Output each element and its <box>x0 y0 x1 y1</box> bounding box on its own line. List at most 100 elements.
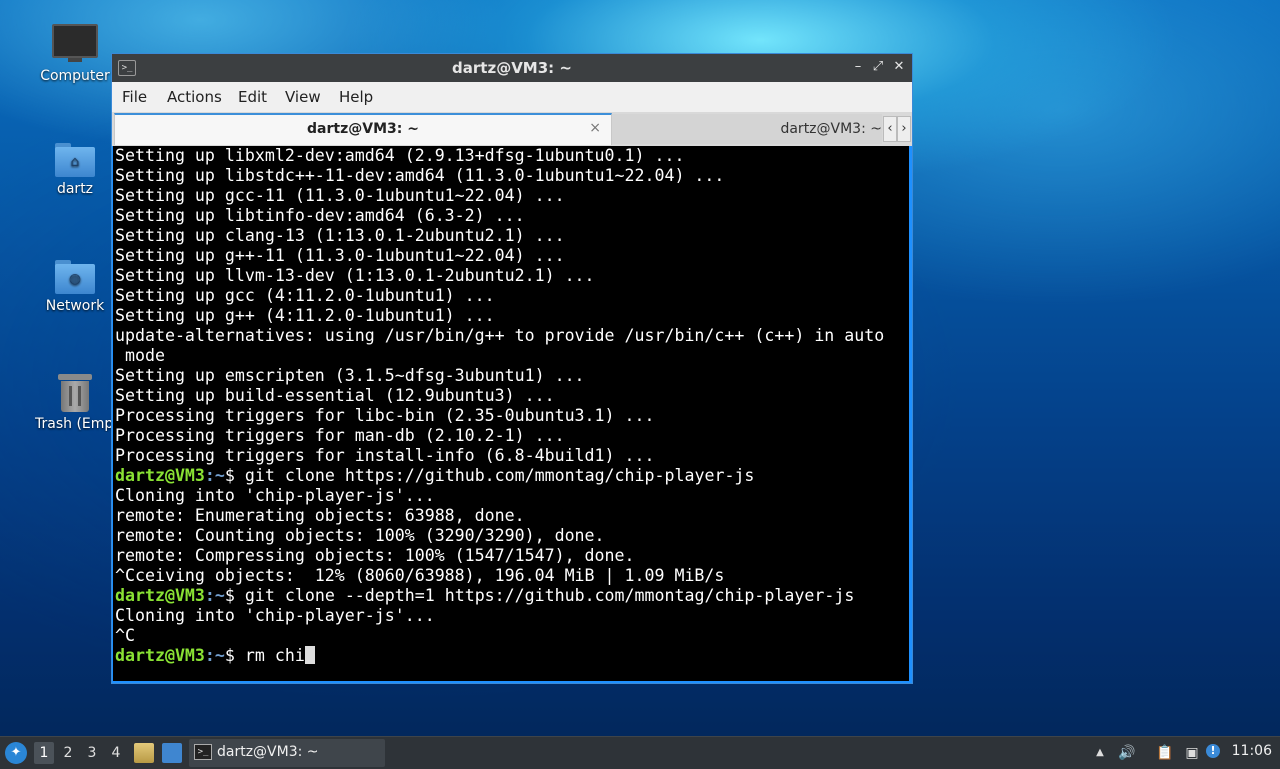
terminal-line: Setting up llvm-13-dev (1:13.0.1-2ubuntu… <box>115 266 595 286</box>
terminal-line: Setting up g++-11 (11.3.0-1ubuntu1~22.04… <box>115 246 565 266</box>
network-folder-icon: ◍ <box>55 260 95 294</box>
terminal-output[interactable]: Setting up libxml2-dev:amd64 (2.9.13+dfs… <box>113 146 909 681</box>
tab-close-icon[interactable]: × <box>589 120 601 136</box>
file-manager-launcher-icon[interactable] <box>134 743 154 763</box>
desktop-icon-label: Trash (Empty) <box>35 416 115 432</box>
prompt-colon: : <box>204 466 215 485</box>
prompt-colon: : <box>204 646 215 665</box>
line-text: ^C <box>115 626 135 645</box>
menu-edit[interactable]: Edit <box>238 88 267 106</box>
line-text: Setting up libtinfo-dev:amd64 (6.3-2) ..… <box>115 206 525 225</box>
line-text: Cloning into 'chip-player-js'... <box>115 606 435 625</box>
line-text: mode <box>115 346 165 365</box>
line-text: Setting up libxml2-dev:amd64 (2.9.13+dfs… <box>115 146 685 165</box>
terminal-line: remote: Counting objects: 100% (3290/329… <box>115 526 605 546</box>
window-title: dartz@VM3: ~ <box>452 59 572 77</box>
terminal-line: remote: Enumerating objects: 63988, done… <box>115 506 525 526</box>
desktop-icon-label: Network <box>45 298 105 314</box>
window-titlebar[interactable]: >_ dartz@VM3: ~ – ⤢ ✕ <box>112 54 912 82</box>
terminal-line: Cloning into 'chip-player-js'... <box>115 606 435 626</box>
prompt-user-host: dartz@VM3 <box>115 466 205 485</box>
tab-scroll-right-icon[interactable]: › <box>897 116 911 142</box>
terminal-icon: >_ <box>194 744 212 760</box>
prompt-user-host: dartz@VM3 <box>115 586 205 605</box>
terminal-line: Setting up gcc (4:11.2.0-1ubuntu1) ... <box>115 286 495 306</box>
tray-expand-icon[interactable]: ▲ <box>1090 743 1110 763</box>
menu-actions[interactable]: Actions <box>167 88 222 106</box>
terminal-line: Setting up libtinfo-dev:amd64 (6.3-2) ..… <box>115 206 525 226</box>
line-text: Setting up g++-11 (11.3.0-1ubuntu1~22.04… <box>115 246 565 265</box>
desktop-icon-computer[interactable]: Computer <box>30 24 120 84</box>
terminal-line: Processing triggers for man-db (2.10.2-1… <box>115 426 565 446</box>
line-text: Setting up llvm-13-dev (1:13.0.1-2ubuntu… <box>115 266 595 285</box>
terminal-line: update-alternatives: using /usr/bin/g++ … <box>115 326 884 346</box>
terminal-prompt-line: dartz@VM3:~$ git clone --depth=1 https:/… <box>115 586 854 606</box>
minimize-button[interactable]: – <box>849 58 867 76</box>
menu-help[interactable]: Help <box>339 88 373 106</box>
line-text: Setting up build-essential (12.9ubuntu3)… <box>115 386 555 405</box>
line-text: Setting up clang-13 (1:13.0.1-2ubuntu2.1… <box>115 226 565 245</box>
trash-icon <box>58 374 92 412</box>
terminal-line: Setting up g++ (4:11.2.0-1ubuntu1) ... <box>115 306 495 326</box>
desktop-icon-network[interactable]: ◍ Network <box>30 260 120 314</box>
line-text: remote: Counting objects: 100% (3290/329… <box>115 526 605 545</box>
start-menu-icon[interactable]: ✦ <box>5 742 27 764</box>
taskbar-item-label: dartz@VM3: ~ <box>217 744 319 760</box>
menu-bar: File Actions Edit View Help <box>112 82 912 113</box>
taskbar: ✦ 1 2 3 4 >_ dartz@VM3: ~ ▲ 🔊 📋 ▣ ! 11:0… <box>0 736 1280 769</box>
prompt-colon: : <box>204 586 215 605</box>
close-button[interactable]: ✕ <box>890 58 908 76</box>
line-text: rm chi <box>234 646 305 665</box>
menu-file[interactable]: File <box>122 88 147 106</box>
terminal-line: remote: Compressing objects: 100% (1547/… <box>115 546 635 566</box>
prompt-path: ~ <box>214 586 225 605</box>
line-text: Setting up libstdc++-11-dev:amd64 (11.3.… <box>115 166 725 185</box>
terminal-line: Processing triggers for install-info (6.… <box>115 446 654 466</box>
prompt-path: ~ <box>214 466 225 485</box>
network-icon[interactable]: ▣ <box>1182 743 1202 763</box>
line-text: git clone --depth=1 https://github.com/m… <box>234 586 855 605</box>
line-text: Setting up gcc (4:11.2.0-1ubuntu1) ... <box>115 286 495 305</box>
menu-view[interactable]: View <box>285 88 321 106</box>
desktop-icon-trash[interactable]: Trash (Empty) <box>35 374 115 432</box>
desktop-icon-home[interactable]: ⌂ dartz <box>30 143 120 197</box>
taskbar-item-terminal[interactable]: >_ dartz@VM3: ~ <box>189 739 385 767</box>
prompt-symbol: $ <box>224 646 235 665</box>
tab-terminal-1[interactable]: dartz@VM3: ~ × <box>114 113 612 145</box>
clipboard-icon[interactable]: 📋 <box>1155 743 1175 763</box>
line-text: update-alternatives: using /usr/bin/g++ … <box>115 326 885 345</box>
desktop-icon-label: Computer <box>40 68 110 84</box>
maximize-button[interactable]: ⤢ <box>869 58 887 76</box>
show-desktop-icon[interactable] <box>162 743 182 763</box>
terminal-line: Processing triggers for libc-bin (2.35-0… <box>115 406 654 426</box>
line-text: Cloning into 'chip-player-js'... <box>115 486 435 505</box>
line-text: Setting up emscripten (3.1.5~dfsg-3ubunt… <box>115 366 585 385</box>
desktop-icon-label: dartz <box>56 181 94 197</box>
terminal-line: Setting up emscripten (3.1.5~dfsg-3ubunt… <box>115 366 585 386</box>
tab-bar: dartz@VM3: ~ × dartz@VM3: ~ ‹ › <box>112 112 912 146</box>
notification-icon[interactable]: ! <box>1206 744 1220 758</box>
line-text: Processing triggers for install-info (6.… <box>115 446 655 465</box>
workspace-2[interactable]: 2 <box>58 742 78 764</box>
workspace-1[interactable]: 1 <box>34 742 54 764</box>
terminal-window: >_ dartz@VM3: ~ – ⤢ ✕ File Actions Edit … <box>111 53 913 684</box>
line-text: ^Cceiving objects: 12% (8060/63988), 196… <box>115 566 725 585</box>
tab-label: dartz@VM3: ~ <box>307 121 419 137</box>
line-text: Setting up gcc-11 (11.3.0-1ubuntu1~22.04… <box>115 186 565 205</box>
text-cursor <box>304 646 315 664</box>
prompt-user-host: dartz@VM3 <box>115 646 205 665</box>
terminal-line: mode <box>115 346 165 366</box>
tab-terminal-2[interactable]: dartz@VM3: ~ <box>612 114 882 144</box>
terminal-line: Setting up gcc-11 (11.3.0-1ubuntu1~22.04… <box>115 186 565 206</box>
workspace-3[interactable]: 3 <box>82 742 102 764</box>
prompt-symbol: $ <box>224 586 235 605</box>
computer-icon <box>52 24 98 62</box>
line-text: remote: Enumerating objects: 63988, done… <box>115 506 525 525</box>
workspace-4[interactable]: 4 <box>106 742 126 764</box>
volume-icon[interactable]: 🔊 <box>1117 743 1137 763</box>
prompt-symbol: $ <box>224 466 235 485</box>
terminal-line: Cloning into 'chip-player-js'... <box>115 486 435 506</box>
tab-scroll-left-icon[interactable]: ‹ <box>883 116 897 142</box>
line-text: git clone https://github.com/mmontag/chi… <box>234 466 755 485</box>
prompt-path: ~ <box>214 646 225 665</box>
